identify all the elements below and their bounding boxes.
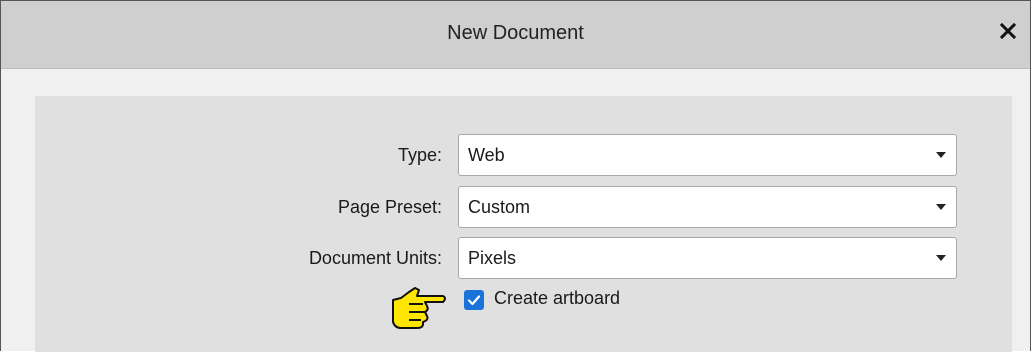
type-select[interactable]: Web: [458, 134, 957, 176]
type-select-value: Web: [468, 145, 505, 165]
page-preset-select[interactable]: Custom: [458, 186, 957, 228]
create-artboard-label[interactable]: Create artboard: [494, 288, 620, 309]
document-units-select-value: Pixels: [468, 248, 517, 268]
create-artboard-checkbox[interactable]: [464, 290, 484, 310]
chevron-down-icon: [936, 204, 946, 210]
dialog-titlebar: New Document: [1, 1, 1030, 69]
type-label: Type:: [397, 145, 442, 165]
checkmark-icon: [467, 295, 481, 306]
page-preset-select-value: Custom: [468, 197, 531, 217]
close-button[interactable]: [994, 17, 1022, 45]
close-icon: [999, 22, 1017, 40]
document-units-label: Document Units:: [308, 248, 442, 268]
page-preset-label: Page Preset:: [337, 197, 442, 217]
dialog-title: New Document: [447, 22, 584, 44]
pointing-hand-icon: [392, 287, 446, 329]
document-units-select[interactable]: Pixels: [458, 237, 957, 279]
new-document-dialog: New Document Type: Web Page Preset: Cust…: [0, 0, 1031, 352]
chevron-down-icon: [936, 255, 946, 261]
chevron-down-icon: [936, 152, 946, 158]
